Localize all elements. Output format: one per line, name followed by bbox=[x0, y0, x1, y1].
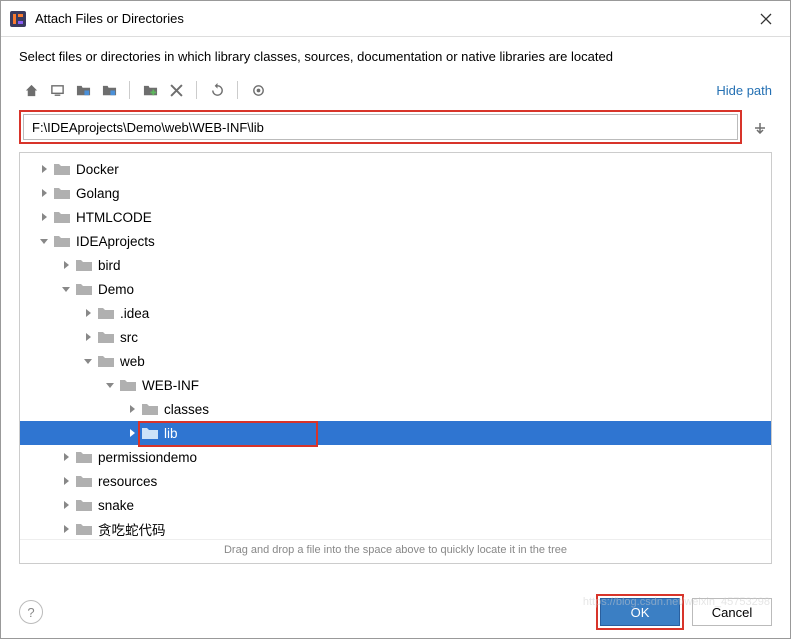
tree-item-label: HTMLCODE bbox=[76, 210, 152, 225]
project-icon[interactable] bbox=[71, 78, 95, 102]
drag-hint: Drag and drop a file into the space abov… bbox=[20, 539, 771, 560]
tree-row[interactable]: .idea bbox=[20, 301, 771, 325]
folder-icon bbox=[54, 162, 70, 176]
watermark: https://blog.csdn.net/weixin_45753298 bbox=[583, 596, 770, 608]
tree-row[interactable]: IDEAprojects bbox=[20, 229, 771, 253]
new-folder-icon[interactable] bbox=[138, 78, 162, 102]
close-button[interactable] bbox=[750, 3, 782, 35]
hide-path-link[interactable]: Hide path bbox=[716, 83, 772, 98]
tree-item-label: 贪吃蛇代码 bbox=[98, 519, 166, 539]
folder-icon bbox=[76, 474, 92, 488]
expand-arrow-icon[interactable] bbox=[60, 283, 72, 295]
show-hidden-icon[interactable] bbox=[246, 78, 270, 102]
folder-icon bbox=[142, 402, 158, 416]
folder-icon bbox=[76, 498, 92, 512]
tree-item-label: snake bbox=[98, 498, 134, 513]
tree-row-selected[interactable]: lib bbox=[20, 421, 771, 445]
expand-arrow-icon[interactable] bbox=[60, 259, 72, 271]
home-icon[interactable] bbox=[19, 78, 43, 102]
folder-icon bbox=[54, 210, 70, 224]
expand-arrow-icon[interactable] bbox=[38, 187, 50, 199]
folder-icon bbox=[54, 186, 70, 200]
tree-row[interactable]: Docker bbox=[20, 157, 771, 181]
expand-arrow-icon[interactable] bbox=[38, 163, 50, 175]
tree-item-label: IDEAprojects bbox=[76, 234, 155, 249]
help-button[interactable]: ? bbox=[19, 600, 43, 624]
expand-arrow-icon[interactable] bbox=[82, 355, 94, 367]
folder-icon bbox=[76, 282, 92, 296]
tree-item-label: web bbox=[120, 354, 145, 369]
tree-item-label: Docker bbox=[76, 162, 119, 177]
dialog-title: Attach Files or Directories bbox=[35, 11, 750, 26]
folder-icon bbox=[98, 330, 114, 344]
tree-row[interactable]: Golang bbox=[20, 181, 771, 205]
expand-arrow-icon[interactable] bbox=[104, 379, 116, 391]
folder-icon bbox=[76, 258, 92, 272]
expand-arrow-icon[interactable] bbox=[60, 523, 72, 535]
expand-arrow-icon[interactable] bbox=[38, 235, 50, 247]
path-row bbox=[1, 106, 790, 152]
folder-icon bbox=[76, 522, 92, 536]
toolbar-separator bbox=[196, 81, 197, 99]
path-input[interactable] bbox=[23, 114, 738, 140]
tree-row[interactable]: classes bbox=[20, 397, 771, 421]
toolbar-separator bbox=[237, 81, 238, 99]
tree-item-label: .idea bbox=[120, 306, 149, 321]
dialog-subtitle: Select files or directories in which lib… bbox=[1, 37, 790, 74]
refresh-icon[interactable] bbox=[205, 78, 229, 102]
tree-item-label: bird bbox=[98, 258, 121, 273]
desktop-icon[interactable] bbox=[45, 78, 69, 102]
tree-item-label: Demo bbox=[98, 282, 134, 297]
expand-arrow-icon[interactable] bbox=[60, 451, 72, 463]
module-icon[interactable] bbox=[97, 78, 121, 102]
folder-icon bbox=[98, 354, 114, 368]
folder-icon bbox=[54, 234, 70, 248]
tree-row[interactable]: src bbox=[20, 325, 771, 349]
expand-arrow-icon[interactable] bbox=[82, 307, 94, 319]
path-highlight bbox=[19, 110, 742, 144]
tree-row[interactable]: resources bbox=[20, 469, 771, 493]
folder-icon bbox=[120, 378, 136, 392]
folder-icon bbox=[142, 426, 158, 440]
tree-item-label: lib bbox=[164, 426, 178, 441]
tree-row[interactable]: bird bbox=[20, 253, 771, 277]
tree-container: Docker Golang HTMLCODE IDEAprojects bird Demo… bbox=[19, 152, 772, 564]
expand-arrow-icon[interactable] bbox=[60, 475, 72, 487]
tree-row[interactable]: HTMLCODE bbox=[20, 205, 771, 229]
toolbar-separator bbox=[129, 81, 130, 99]
expand-arrow-icon[interactable] bbox=[38, 211, 50, 223]
expand-arrow-icon[interactable] bbox=[60, 499, 72, 511]
delete-icon[interactable] bbox=[164, 78, 188, 102]
tree-row[interactable]: web bbox=[20, 349, 771, 373]
folder-icon bbox=[98, 306, 114, 320]
tree-item-label: resources bbox=[98, 474, 157, 489]
tree-row[interactable]: permissiondemo bbox=[20, 445, 771, 469]
tree-item-label: Golang bbox=[76, 186, 120, 201]
tree-row[interactable]: snake bbox=[20, 493, 771, 517]
tree-item-label: classes bbox=[164, 402, 209, 417]
toolbar: Hide path bbox=[1, 74, 790, 106]
expand-arrow-icon[interactable] bbox=[82, 331, 94, 343]
file-tree[interactable]: Docker Golang HTMLCODE IDEAprojects bird Demo… bbox=[20, 153, 771, 539]
tree-item-label: permissiondemo bbox=[98, 450, 197, 465]
tree-item-label: src bbox=[120, 330, 138, 345]
app-icon bbox=[9, 10, 27, 28]
expand-arrow-icon[interactable] bbox=[126, 403, 138, 415]
titlebar: Attach Files or Directories bbox=[1, 1, 790, 37]
history-icon[interactable] bbox=[748, 115, 772, 139]
expand-arrow-icon[interactable] bbox=[126, 427, 138, 439]
tree-row[interactable]: WEB-INF bbox=[20, 373, 771, 397]
tree-item-label: WEB-INF bbox=[142, 378, 199, 393]
footer: ? OK Cancel bbox=[1, 586, 790, 638]
tree-row[interactable]: Demo bbox=[20, 277, 771, 301]
tree-row[interactable]: 贪吃蛇代码 bbox=[20, 517, 771, 539]
folder-icon bbox=[76, 450, 92, 464]
